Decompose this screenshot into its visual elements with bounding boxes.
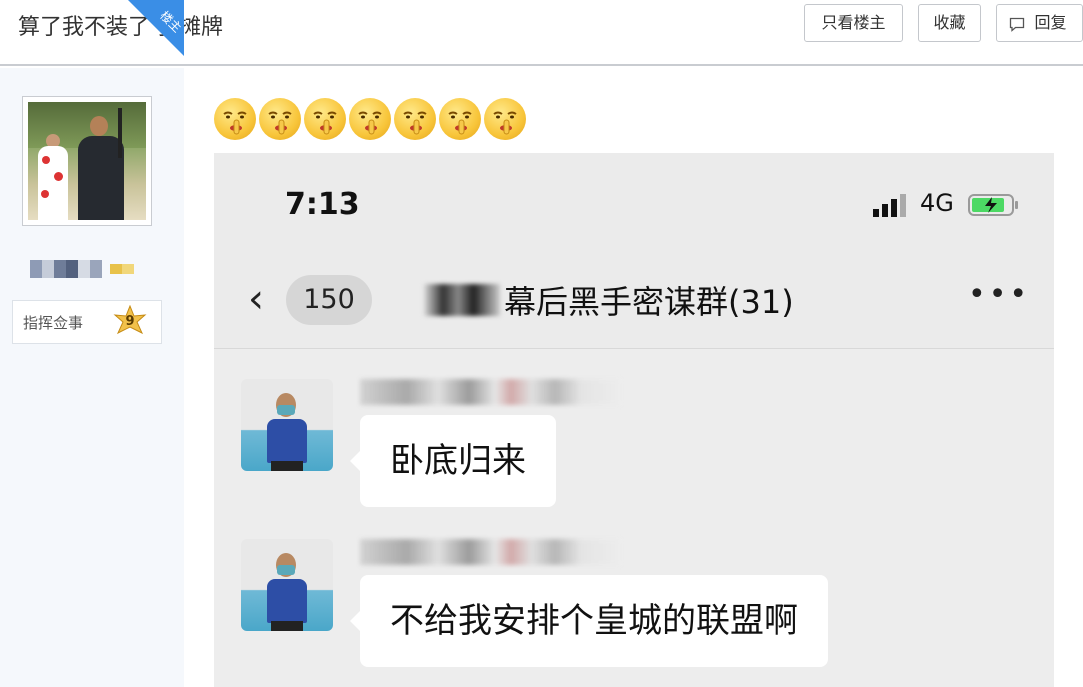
favorite-button[interactable]: 收藏 [918, 4, 981, 42]
sender-name-blurred [360, 379, 620, 405]
shh-emoji-icon [349, 98, 391, 140]
group-name: 幕后黑手密谋群(31) [504, 283, 794, 321]
sender-name-blurred [360, 539, 620, 565]
op-corner-badge: 楼主 [128, 0, 184, 56]
back-icon: ‹ [248, 276, 264, 322]
sender-avatar [241, 379, 333, 471]
shh-emoji-icon [259, 98, 301, 140]
unread-count: 150 [286, 275, 372, 325]
blurred-name [424, 284, 500, 316]
shh-emoji-icon [304, 98, 346, 140]
shh-emoji-icon [214, 98, 256, 140]
sender-avatar [241, 539, 333, 631]
comment-icon [1009, 17, 1025, 32]
reply-button[interactable]: 回复 [996, 4, 1083, 42]
shh-emoji-icon [484, 98, 526, 140]
battery-charging-icon [968, 194, 1018, 216]
author-avatar[interactable] [22, 96, 152, 226]
signal-icon [873, 194, 906, 217]
avatar-photo [28, 102, 146, 220]
phone-header: 7:13 4G ‹ 150 幕后黑手密谋群(31) ••• [214, 153, 1054, 349]
post-image[interactable]: 7:13 4G ‹ 150 幕后黑手密谋群(31) ••• 卧底归来 不给我安排… [214, 153, 1054, 687]
level-badge: 9 [113, 305, 147, 339]
shh-emoji-icon [394, 98, 436, 140]
thread-title: 算了我不装了 我摊牌 [18, 15, 223, 40]
group-title: 幕后黑手密谋群(31) [424, 277, 794, 323]
emoji-row [214, 98, 526, 140]
shh-emoji-icon [439, 98, 481, 140]
rank-title: 指挥佥事 [23, 314, 84, 332]
message-bubble: 不给我安排个皇城的联盟啊 [350, 575, 828, 667]
network-type: 4G [920, 189, 954, 217]
author-sidebar: 指挥佥事 9 [0, 68, 184, 687]
level-number: 9 [125, 314, 135, 329]
user-rank-box: 指挥佥事 9 [12, 300, 162, 344]
reply-label: 回复 [1034, 13, 1067, 32]
message-bubble: 卧底归来 [350, 415, 556, 507]
status-time: 7:13 [285, 187, 360, 222]
more-icon: ••• [968, 277, 1031, 312]
author-username-pixelated[interactable] [30, 260, 134, 278]
only-op-button[interactable]: 只看楼主 [804, 4, 903, 42]
